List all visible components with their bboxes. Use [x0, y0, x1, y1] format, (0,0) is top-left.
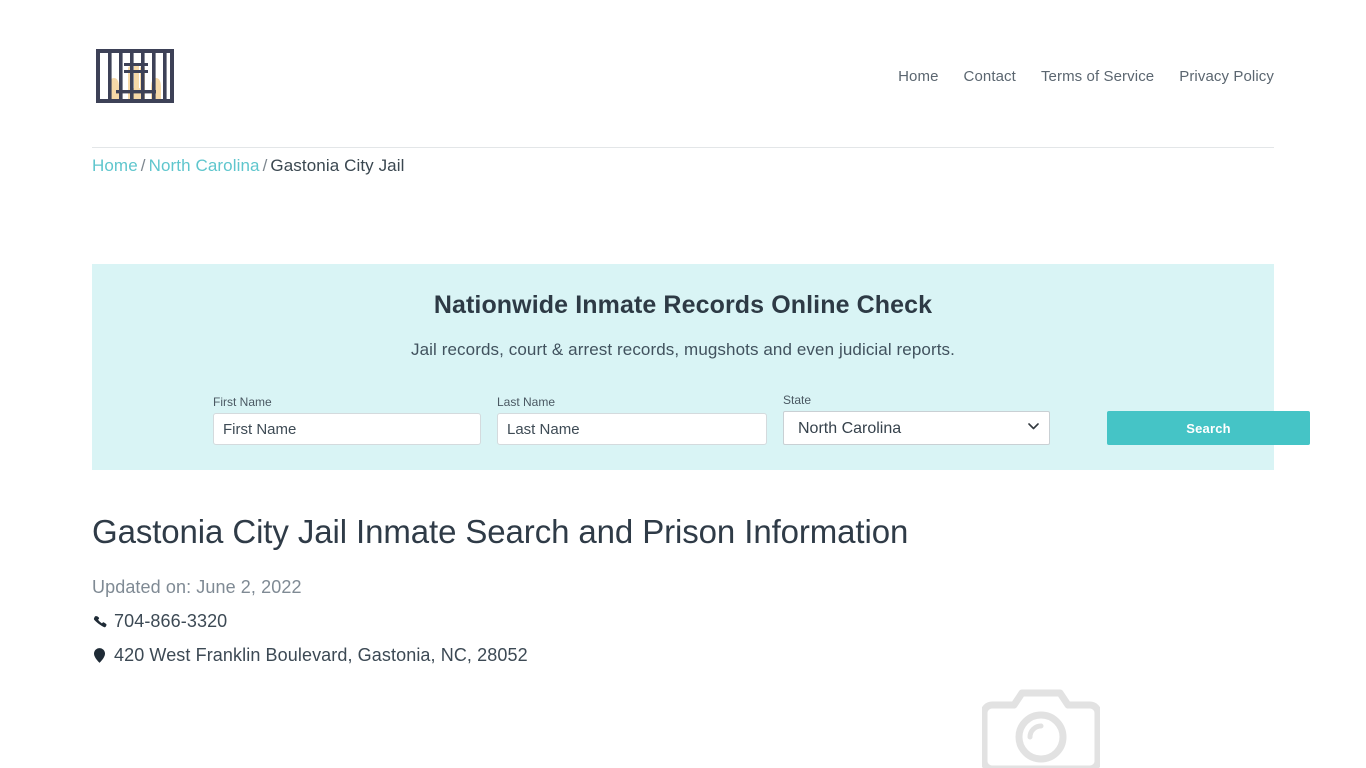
camera-icon: [980, 689, 1102, 768]
page-root: Home Contact Terms of Service Privacy Po…: [0, 0, 1366, 768]
last-name-field-group: Last Name: [497, 395, 767, 445]
state-field-group: State North Carolina: [783, 393, 1050, 445]
last-name-label: Last Name: [497, 395, 556, 409]
updated-on-text: Updated on: June 2, 2022: [92, 577, 302, 597]
state-select-wrapper: North Carolina: [783, 411, 1050, 445]
search-panel-title: Nationwide Inmate Records Online Check: [433, 291, 933, 319]
state-select[interactable]: North Carolina: [783, 411, 1050, 445]
breadcrumb-separator: /: [140, 156, 146, 175]
breadcrumb-item-home[interactable]: Home: [92, 156, 138, 175]
jail-bars-logo-icon: [96, 48, 174, 103]
first-name-input[interactable]: [213, 413, 481, 445]
page-title: Gastonia City Jail Inmate Search and Pri…: [92, 513, 909, 550]
phone-icon: [92, 612, 107, 631]
search-button[interactable]: Search: [1107, 411, 1310, 445]
logo-link[interactable]: [92, 37, 178, 111]
facility-address-text: 420 West Franklin Boulevard, Gastonia, N…: [114, 645, 528, 665]
last-name-input[interactable]: [497, 413, 767, 445]
main-nav: Home Contact Terms of Service Privacy Po…: [898, 69, 1274, 84]
map-pin-icon: [92, 646, 107, 665]
breadcrumb-item-current: Gastonia City Jail: [270, 156, 405, 175]
nav-item-privacy-policy[interactable]: Privacy Policy: [1179, 69, 1274, 84]
facility-address: 420 West Franklin Boulevard, Gastonia, N…: [92, 645, 528, 666]
first-name-label: First Name: [213, 395, 272, 409]
breadcrumb-item-north-carolina[interactable]: North Carolina: [149, 156, 260, 175]
facility-phone: 704-866-3320: [92, 611, 227, 632]
nav-item-home[interactable]: Home: [898, 69, 938, 84]
nav-item-terms-of-service[interactable]: Terms of Service: [1041, 69, 1154, 84]
facility-phone-text: 704-866-3320: [114, 611, 228, 631]
site-header: Home Contact Terms of Service Privacy Po…: [92, 0, 1274, 148]
breadcrumb-separator: /: [262, 156, 268, 175]
nav-item-contact[interactable]: Contact: [964, 69, 1016, 84]
state-label: State: [783, 393, 812, 407]
breadcrumb: Home / North Carolina / Gastonia City Jail: [92, 156, 405, 176]
photo-placeholder: [980, 685, 1102, 768]
inmate-search-panel: Nationwide Inmate Records Online Check J…: [92, 264, 1310, 470]
search-panel-subtitle: Jail records, court & arrest records, mu…: [411, 340, 955, 359]
inmate-search-form: First Name Last Name State North Carolin…: [92, 393, 1310, 470]
first-name-field-group: First Name: [213, 395, 481, 445]
